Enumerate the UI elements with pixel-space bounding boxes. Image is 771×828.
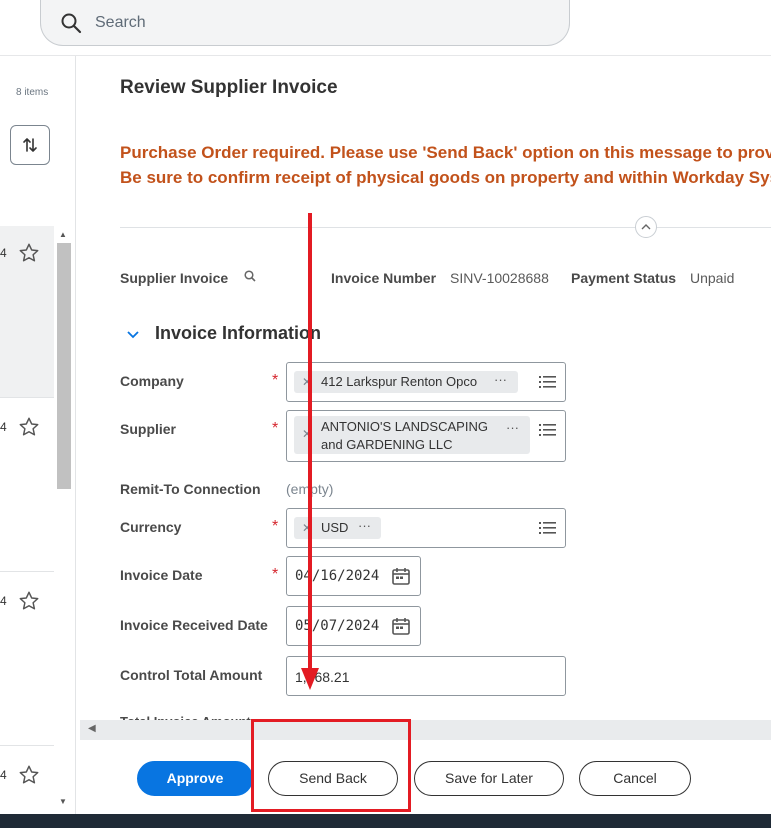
approve-button[interactable]: Approve — [137, 761, 253, 796]
control-total-input[interactable]: 1,768.21 — [286, 656, 566, 696]
invoice-number-label: Invoice Number — [331, 270, 437, 286]
chevron-down-icon[interactable] — [125, 327, 141, 343]
scroll-left-icon[interactable]: ◀ — [88, 723, 96, 734]
annotation-arrow-line — [308, 213, 312, 673]
horizontal-scrollbar[interactable] — [80, 720, 771, 740]
supplier-value-line2: and GARDENING LLC — [321, 437, 453, 452]
star-icon[interactable] — [18, 242, 40, 264]
alert-message: Purchase Order required. Please use 'Sen… — [120, 143, 771, 162]
invoice-date-label: Invoice Date — [120, 567, 203, 583]
search-input[interactable]: Search — [95, 14, 146, 32]
more-icon[interactable]: ··· — [358, 518, 371, 533]
more-icon[interactable]: ··· — [494, 372, 507, 387]
currency-label: Currency — [120, 519, 182, 535]
chevron-up-icon — [641, 224, 651, 230]
list-icon[interactable] — [539, 374, 556, 390]
required-indicator: * — [272, 518, 279, 535]
supplier-value-line1: ANTONIO'S LANDSCAPING — [321, 419, 488, 434]
list-item-number: 4 — [0, 420, 7, 434]
items-count: 8 items — [16, 87, 49, 98]
collapse-header-button[interactable] — [635, 216, 657, 238]
payment-status-value: Unpaid — [690, 270, 735, 286]
star-icon[interactable] — [18, 416, 40, 438]
list-icon[interactable] — [539, 422, 556, 438]
calendar-icon[interactable] — [391, 566, 411, 586]
supplier-invoice-label: Supplier Invoice — [120, 270, 229, 286]
scroll-up-icon[interactable]: ▲ — [59, 230, 67, 239]
control-total-label: Control Total Amount — [120, 667, 263, 683]
section-divider — [120, 227, 771, 228]
star-icon[interactable] — [18, 590, 40, 612]
save-for-later-button[interactable]: Save for Later — [414, 761, 564, 796]
annotation-arrow-head — [301, 668, 319, 690]
annotation-highlight-box — [251, 719, 411, 812]
payment-status-label: Payment Status — [571, 270, 677, 286]
list-scrollbar-thumb[interactable] — [57, 243, 71, 489]
list-item-number: 4 — [0, 246, 7, 260]
list-item[interactable]: 4 — [0, 572, 54, 746]
currency-field[interactable]: ✕ USD ··· — [286, 508, 566, 548]
invoice-received-date-field[interactable]: 05/07/2024 — [286, 606, 421, 646]
section-title[interactable]: Invoice Information — [155, 323, 321, 344]
company-label: Company — [120, 373, 184, 389]
list-item[interactable]: 4 — [0, 226, 54, 398]
company-pill[interactable]: ✕ 412 Larkspur Renton Opco ··· — [294, 371, 518, 393]
header-divider — [0, 55, 771, 56]
currency-value: USD — [321, 520, 349, 535]
cancel-button[interactable]: Cancel — [579, 761, 691, 796]
remit-to-label: Remit-To Connection — [120, 481, 261, 497]
supplier-field[interactable]: ✕ ANTONIO'S LANDSCAPING and GARDENING LL… — [286, 410, 566, 462]
taskbar — [0, 814, 771, 828]
search-icon — [61, 13, 82, 34]
search-bar[interactable]: Search — [40, 0, 570, 46]
invoice-number-value: SINV-10028688 — [450, 270, 549, 286]
list-item[interactable]: 4 — [0, 746, 54, 814]
more-icon[interactable]: ··· — [506, 420, 519, 435]
company-field[interactable]: ✕ 412 Larkspur Renton Opco ··· — [286, 362, 566, 402]
required-indicator: * — [272, 372, 279, 389]
sort-icon — [23, 138, 37, 152]
required-indicator: * — [272, 566, 279, 583]
calendar-icon[interactable] — [391, 616, 411, 636]
search-icon[interactable] — [243, 269, 257, 283]
invoice-received-date-label: Invoice Received Date — [120, 617, 268, 633]
list-item-number: 4 — [0, 768, 7, 782]
page-title: Review Supplier Invoice — [120, 77, 338, 98]
company-value: 412 Larkspur Renton Opco — [321, 374, 478, 389]
invoice-date-field[interactable]: 04/16/2024 — [286, 556, 421, 596]
star-icon[interactable] — [18, 764, 40, 786]
sort-button[interactable] — [10, 125, 50, 165]
supplier-pill[interactable]: ✕ ANTONIO'S LANDSCAPING and GARDENING LL… — [294, 416, 530, 454]
alert-message: Be sure to confirm receipt of physical g… — [120, 168, 771, 187]
list-item-number: 4 — [0, 594, 7, 608]
required-indicator: * — [272, 420, 279, 437]
scroll-down-icon[interactable]: ▼ — [59, 797, 67, 806]
list-item[interactable]: 4 — [0, 398, 54, 572]
supplier-label: Supplier — [120, 421, 177, 437]
list-icon[interactable] — [539, 520, 556, 536]
